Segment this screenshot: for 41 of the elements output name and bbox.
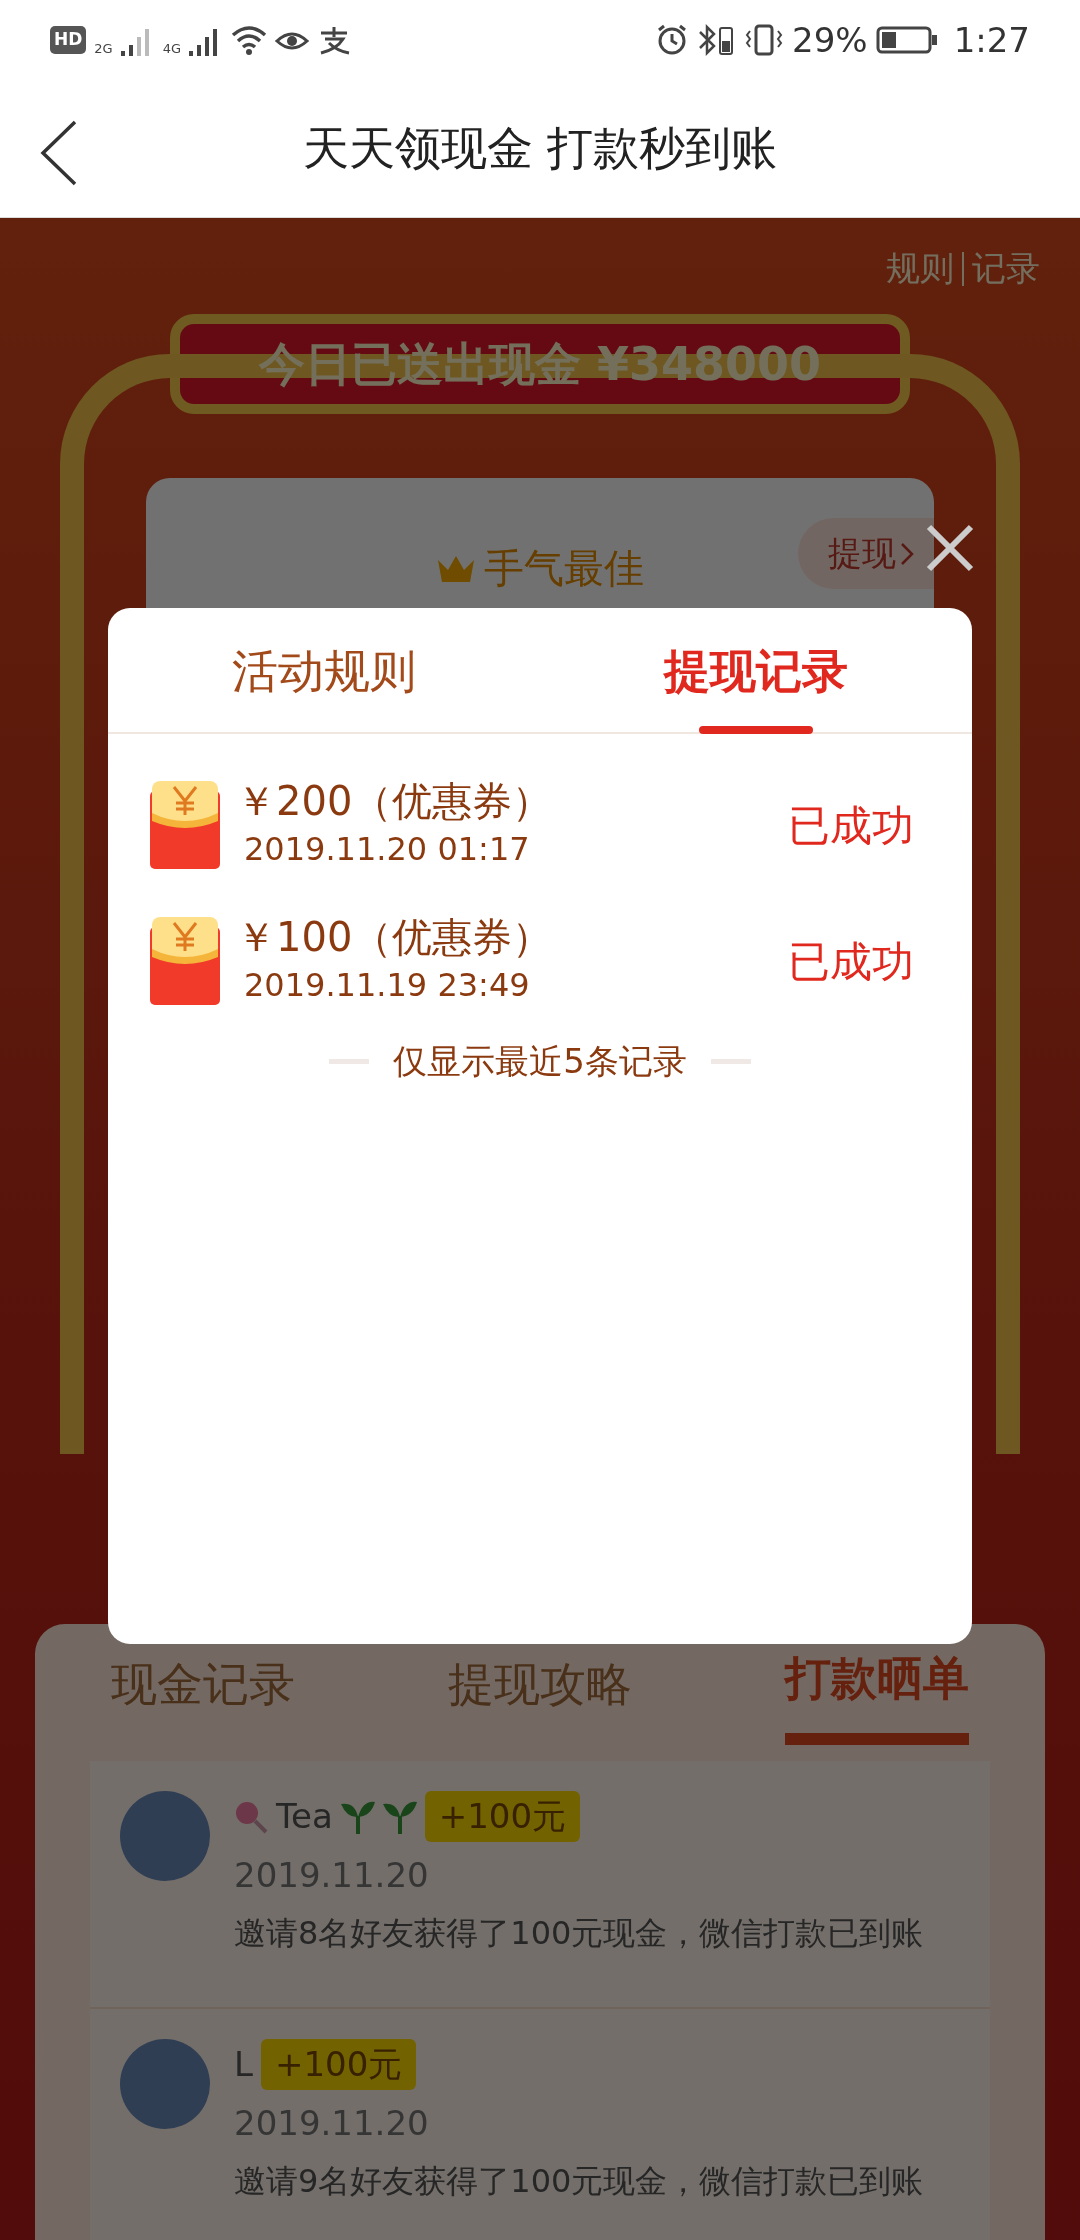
tab[interactable]: 现金记录: [111, 1644, 296, 1745]
withdrawal-amount: ￥100（优惠券）: [236, 913, 554, 961]
seedling-icon: [340, 1799, 375, 1834]
close-icon[interactable]: [925, 523, 975, 573]
withdrawal-time: 2019.11.20 01:17: [243, 829, 531, 870]
rules-link[interactable]: 规则: [886, 243, 954, 294]
withdrawal-status: 已成功: [788, 799, 914, 852]
alarm-icon: [656, 24, 689, 56]
reward-tag: +100元: [260, 2039, 417, 2090]
clock-time: 1:27: [953, 18, 1030, 62]
battery-percent: 29%: [792, 18, 868, 62]
tab[interactable]: 提现攻略: [448, 1644, 632, 1745]
network-type: 4G: [162, 40, 182, 59]
user-name: L: [234, 2043, 253, 2086]
post-message: 邀请8名好友获得了100元现金，微信打款已到账: [234, 1913, 924, 1954]
withdraw-button[interactable]: 提现: [798, 518, 934, 589]
post-date: 2019.11.20: [234, 1854, 430, 1897]
withdrawal-status: 已成功: [788, 935, 914, 988]
withdrawal-time: 2019.11.19 23:49: [243, 965, 531, 1006]
records-link[interactable]: 记录: [972, 243, 1040, 294]
wifi-icon: [231, 25, 268, 55]
post-message: 邀请9名好友获得了100元现金，微信打款已到账: [234, 2161, 924, 2202]
withdrawal-amount: ￥200（优惠券）: [236, 777, 554, 825]
back-icon[interactable]: [40, 120, 78, 186]
records-note: 仅显示最近5条记录: [393, 1040, 687, 1083]
post-date: 2019.11.20: [234, 2102, 430, 2145]
seedling-icon: [382, 1799, 417, 1834]
page-title: 天天领现金 打款秒到账: [302, 120, 778, 177]
envelope-icon: [150, 781, 220, 869]
network-type: 2G: [94, 40, 113, 59]
reward-tag: +100元: [424, 1791, 581, 1842]
dialog-tab[interactable]: 活动规则: [232, 608, 416, 734]
card-title: 手气最佳: [484, 544, 644, 593]
vibrate-icon: [744, 23, 785, 57]
lollipop-icon: [234, 1799, 268, 1834]
envelope-icon: [150, 917, 220, 1005]
hd-indicator: HD: [50, 26, 87, 54]
dialog-tab[interactable]: 提现记录: [664, 608, 848, 734]
user-name: Tea: [276, 1795, 333, 1838]
chevron-icon: [900, 541, 914, 566]
battery-icon: [875, 25, 938, 55]
